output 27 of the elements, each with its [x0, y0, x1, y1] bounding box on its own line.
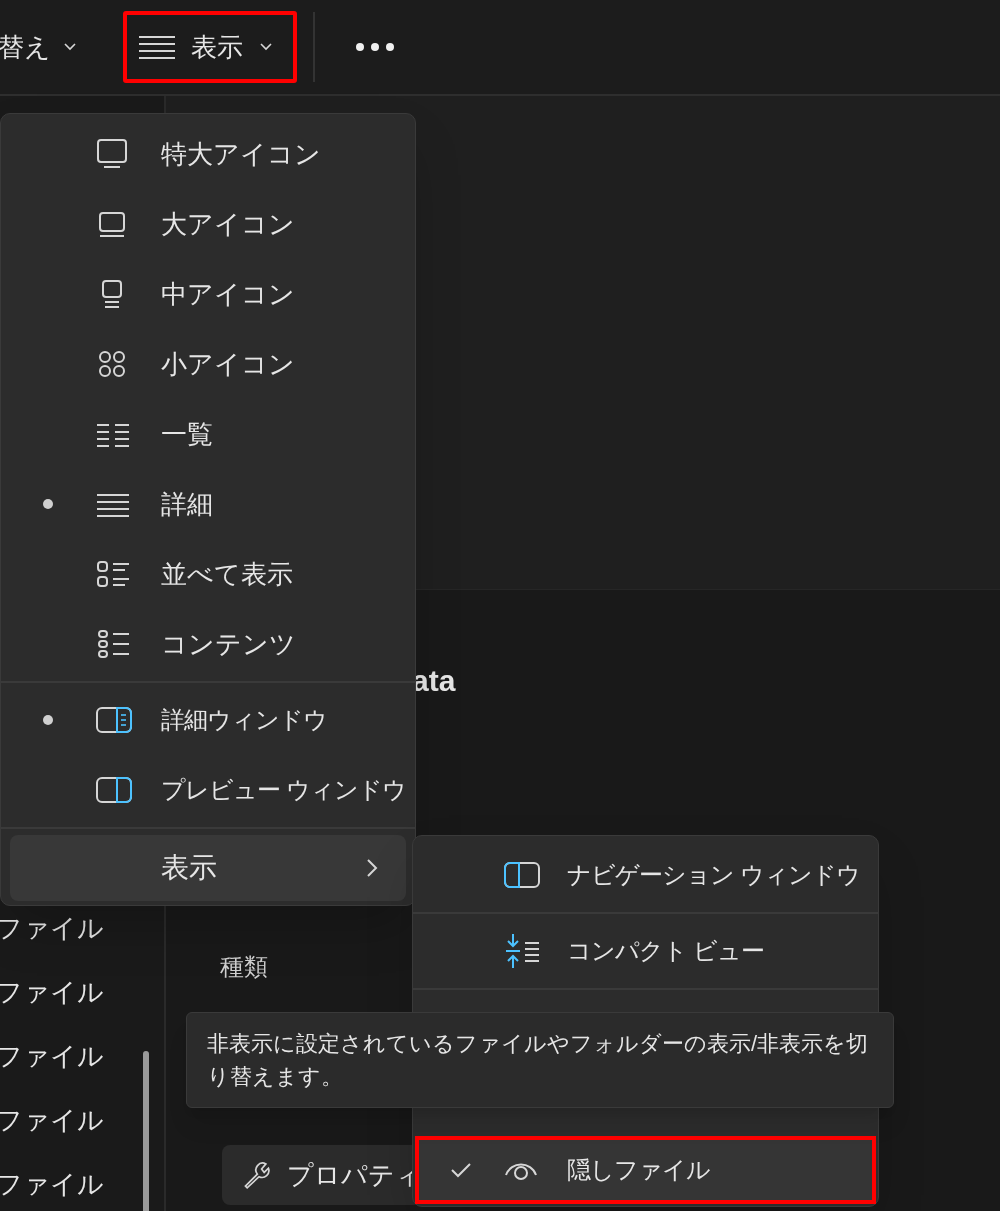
menu-item[interactable]: 中アイコン [1, 259, 415, 329]
more-icon [355, 42, 395, 52]
view-button[interactable]: 表示 [123, 11, 297, 83]
toggle-menu-item[interactable]: コンパクト ビュー [415, 914, 876, 988]
show-submenu-item[interactable]: 表示 [10, 835, 406, 901]
preview-pane-icon [95, 776, 133, 804]
menu-item[interactable]: 並べて表示 [1, 539, 415, 609]
content-icon [95, 627, 131, 661]
chevron-right-icon [366, 858, 378, 878]
chevron-down-icon [63, 42, 77, 52]
navigation-pane-icon [503, 861, 541, 889]
menu-item[interactable]: 大アイコン [1, 189, 415, 259]
menu-item[interactable]: 一覧 [1, 399, 415, 469]
menu-item[interactable]: 詳細ウィンドウ [1, 685, 415, 755]
menu-item[interactable]: コンテンツ [1, 609, 415, 679]
chevron-down-icon [259, 42, 273, 52]
compact-view-icon [503, 932, 541, 970]
menu-item[interactable]: 詳細 [1, 469, 415, 539]
toggle-menu-item[interactable]: ナビゲーション ウィンドウ [415, 838, 876, 912]
toggle-menu-item[interactable]: 隠しファイル [415, 1136, 876, 1204]
details-icon [139, 35, 175, 59]
menu-item[interactable]: プレビュー ウィンドウ [1, 755, 415, 825]
menu-item[interactable]: 小アイコン [1, 329, 415, 399]
menu-item[interactable]: 特大アイコン [1, 119, 415, 189]
tooltip: 非表示に設定されているファイルやフォルダーの表示/非表示を切り替えます。 [186, 1012, 894, 1108]
property-label: 種類 [220, 952, 268, 982]
details-pane-icon [95, 706, 133, 734]
